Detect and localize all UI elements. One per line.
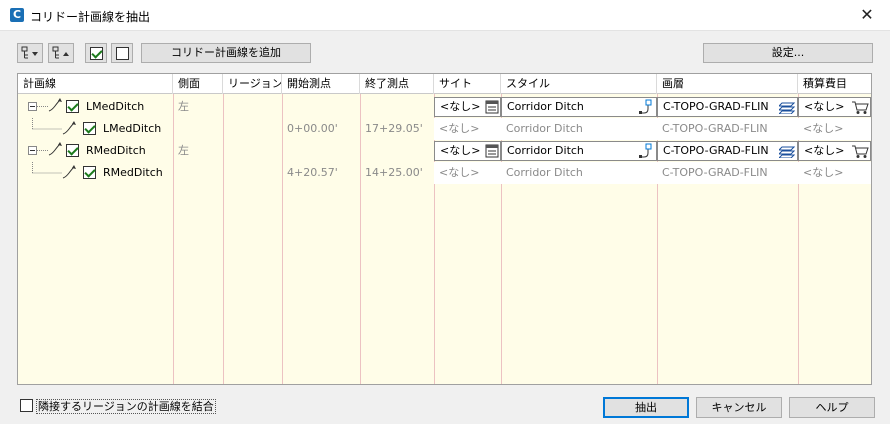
feature-line-grid: 計画線 側面 リージョン 開始測点 終了測点 サイト スタイル 画層 積算費目 … — [17, 73, 872, 385]
layer-value: C-TOPO-GRAD-FLIN — [663, 100, 769, 113]
style-select[interactable]: Corridor Ditch — [501, 141, 657, 161]
column-header-pay-item[interactable]: 積算費目 — [798, 74, 871, 94]
merge-regions-label[interactable]: 隣接するリージョンの計画線を結合 — [36, 399, 216, 414]
expand-all-button[interactable] — [17, 43, 43, 63]
layer-select[interactable]: C-TOPO-GRAD-FLIN — [657, 141, 798, 161]
column-header-layer[interactable]: 画層 — [657, 74, 798, 94]
pay-item-value: <なし> — [804, 100, 845, 113]
unchecked-box-icon — [115, 46, 129, 60]
site-value: <なし> — [440, 144, 481, 157]
site-select[interactable]: <なし> — [434, 97, 501, 117]
pay-item-cart-icon[interactable] — [851, 144, 869, 158]
collapse-tree-icon — [52, 46, 69, 59]
column-header-site[interactable]: サイト — [434, 74, 501, 94]
layer-value: C-TOPO-GRAD-FLIN — [657, 118, 798, 140]
feature-line-name: RMedDitch — [103, 166, 163, 179]
checked-box-icon — [89, 46, 103, 60]
layer-value: C-TOPO-GRAD-FLIN — [663, 144, 769, 157]
uncheck-all-button[interactable] — [111, 43, 133, 63]
merge-regions-checkbox[interactable] — [20, 399, 33, 412]
site-select[interactable]: <なし> — [434, 141, 501, 161]
site-picker-icon[interactable] — [485, 100, 499, 114]
feature-line-name: LMedDitch — [103, 122, 162, 135]
start-station: 4+20.57' — [287, 166, 338, 179]
end-station: 17+29.05' — [365, 122, 423, 135]
layer-select[interactable]: C-TOPO-GRAD-FLIN — [657, 97, 798, 117]
pay-item-select[interactable]: <なし> — [798, 97, 871, 117]
end-station: 14+25.00' — [365, 166, 423, 179]
side-value: 左 — [178, 100, 189, 113]
style-picker-icon[interactable] — [638, 143, 654, 159]
tree-connector-icon — [32, 162, 76, 179]
style-value: Corridor Ditch — [507, 100, 584, 113]
extract-button[interactable]: 抽出 — [603, 397, 689, 418]
tree-connector-icon — [32, 118, 76, 135]
column-header-feature-line[interactable]: 計画線 — [18, 74, 173, 94]
row-checkbox[interactable] — [83, 166, 96, 179]
column-header-start-station[interactable]: 開始測点 — [282, 74, 360, 94]
style-select[interactable]: Corridor Ditch — [501, 97, 657, 117]
layer-picker-icon[interactable] — [779, 100, 795, 114]
check-all-button[interactable] — [85, 43, 107, 63]
pay-item-select[interactable]: <なし> — [798, 141, 871, 161]
pay-item-value: <なし> — [798, 118, 871, 140]
style-value: Corridor Ditch — [507, 144, 584, 157]
row-checkbox[interactable] — [66, 100, 79, 113]
column-header-side[interactable]: 側面 — [173, 74, 223, 94]
style-picker-icon[interactable] — [638, 99, 654, 115]
row-checkbox[interactable] — [83, 122, 96, 135]
table-row[interactable]: LMedDitch 0+00.00' 17+29.05' <なし> Corrid… — [18, 118, 871, 140]
start-station: 0+00.00' — [287, 122, 338, 135]
table-row[interactable]: RMedDitch 左 <なし> Corridor Ditch C-TOPO-G… — [18, 140, 871, 162]
title-bar: C コリドー計画線を抽出 ✕ — [0, 0, 890, 31]
feature-line-name: RMedDitch — [86, 144, 146, 157]
close-button[interactable]: ✕ — [852, 4, 882, 26]
pay-item-cart-icon[interactable] — [851, 100, 869, 114]
layer-picker-icon[interactable] — [779, 144, 795, 158]
add-corridor-feature-line-button[interactable]: コリドー計画線を追加 — [141, 43, 311, 63]
row-checkbox[interactable] — [66, 144, 79, 157]
layer-value: C-TOPO-GRAD-FLIN — [657, 162, 798, 184]
expand-tree-icon — [21, 46, 38, 59]
column-header-end-station[interactable]: 終了測点 — [360, 74, 434, 94]
help-button[interactable]: ヘルプ — [789, 397, 875, 418]
column-header-style[interactable]: スタイル — [501, 74, 657, 94]
side-value: 左 — [178, 144, 189, 157]
feature-line-name: LMedDitch — [86, 100, 145, 113]
app-icon: C — [10, 8, 24, 22]
pay-item-value: <なし> — [798, 162, 871, 184]
site-value: <なし> — [434, 118, 501, 140]
site-picker-icon[interactable] — [485, 144, 499, 158]
style-value: Corridor Ditch — [501, 118, 657, 140]
table-row[interactable]: LMedDitch 左 <なし> Corridor Ditch C-TOPO-G… — [18, 96, 871, 118]
pay-item-value: <なし> — [804, 144, 845, 157]
site-value: <なし> — [434, 162, 501, 184]
settings-button[interactable]: 設定... — [703, 43, 873, 63]
window-title: コリドー計画線を抽出 — [30, 10, 151, 24]
style-value: Corridor Ditch — [501, 162, 657, 184]
grid-header: 計画線 側面 リージョン 開始測点 終了測点 サイト スタイル 画層 積算費目 — [18, 74, 871, 94]
table-row[interactable]: RMedDitch 4+20.57' 14+25.00' <なし> Corrid… — [18, 162, 871, 184]
collapse-all-button[interactable] — [48, 43, 74, 63]
cancel-button[interactable]: キャンセル — [696, 397, 782, 418]
column-header-region[interactable]: リージョン — [223, 74, 282, 94]
site-value: <なし> — [440, 100, 481, 113]
